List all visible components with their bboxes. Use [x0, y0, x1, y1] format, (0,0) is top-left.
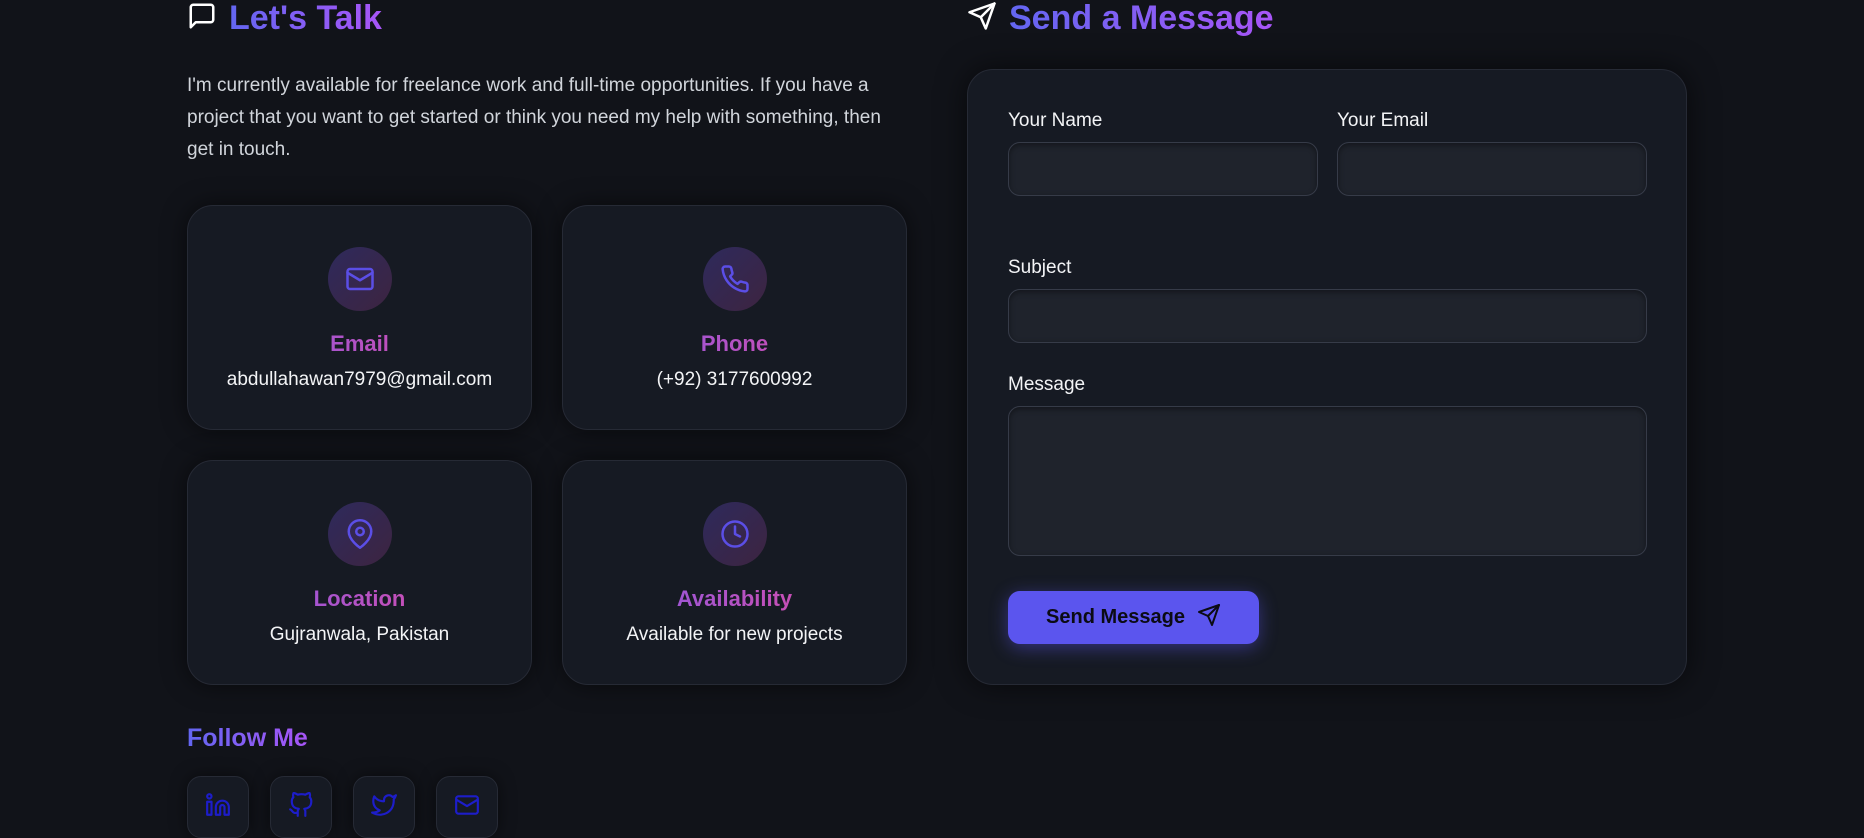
card-value: Gujranwala, Pakistan: [269, 624, 450, 645]
github-link[interactable]: [270, 776, 332, 838]
clock-icon: [702, 502, 767, 566]
card-title: Email: [188, 331, 531, 357]
card-value: (+92) 3177600992: [656, 369, 813, 390]
contact-title: Let's Talk: [229, 0, 382, 37]
contact-form: Your Name Your Email Subject Message Sen…: [967, 69, 1687, 685]
send-icon: [967, 1, 997, 36]
phone-icon: [702, 247, 767, 311]
card-title: Availability: [563, 586, 906, 612]
subject-input[interactable]: [1008, 289, 1647, 343]
email-card[interactable]: Email abdullahawan7979@gmail.com: [187, 205, 532, 430]
send-icon: [1197, 603, 1221, 633]
message-label: Message: [1008, 374, 1086, 395]
send-message-button[interactable]: Send Message: [1008, 591, 1259, 644]
message-square-icon: [187, 1, 217, 36]
follow-title: Follow Me: [187, 724, 308, 752]
send-button-label: Send Message: [1046, 606, 1185, 628]
email-link[interactable]: [436, 776, 498, 838]
subject-label: Subject: [1008, 257, 1072, 278]
location-card[interactable]: Location Gujranwala, Pakistan: [187, 460, 532, 685]
linkedin-link[interactable]: [187, 776, 249, 838]
map-pin-icon: [327, 502, 392, 566]
email-label: Your Email: [1337, 110, 1429, 131]
github-icon: [288, 791, 314, 823]
card-title: Phone: [563, 331, 906, 357]
message-form-section: Send a Message Your Name Your Email Subj…: [967, 0, 1687, 685]
card-value: Available for new projects: [626, 624, 843, 645]
email-input[interactable]: [1337, 142, 1647, 196]
form-header: Send a Message: [967, 0, 1687, 36]
form-title: Send a Message: [1009, 0, 1274, 37]
mail-icon: [454, 792, 480, 823]
contact-info-section: Let's Talk I'm currently available for f…: [187, 0, 907, 838]
twitter-link[interactable]: [353, 776, 415, 838]
availability-card[interactable]: Availability Available for new projects: [562, 460, 907, 685]
linkedin-icon: [205, 792, 231, 823]
contact-header: Let's Talk: [187, 0, 907, 36]
card-value: abdullahawan7979@gmail.com: [226, 369, 493, 390]
twitter-icon: [371, 792, 397, 823]
message-textarea[interactable]: [1008, 406, 1647, 556]
mail-icon: [327, 247, 392, 311]
card-title: Location: [188, 586, 531, 612]
contact-intro: I'm currently available for freelance wo…: [187, 75, 881, 160]
phone-card[interactable]: Phone (+92) 3177600992: [562, 205, 907, 430]
name-input[interactable]: [1008, 142, 1318, 196]
social-links: [187, 776, 498, 838]
name-label: Your Name: [1008, 110, 1103, 131]
